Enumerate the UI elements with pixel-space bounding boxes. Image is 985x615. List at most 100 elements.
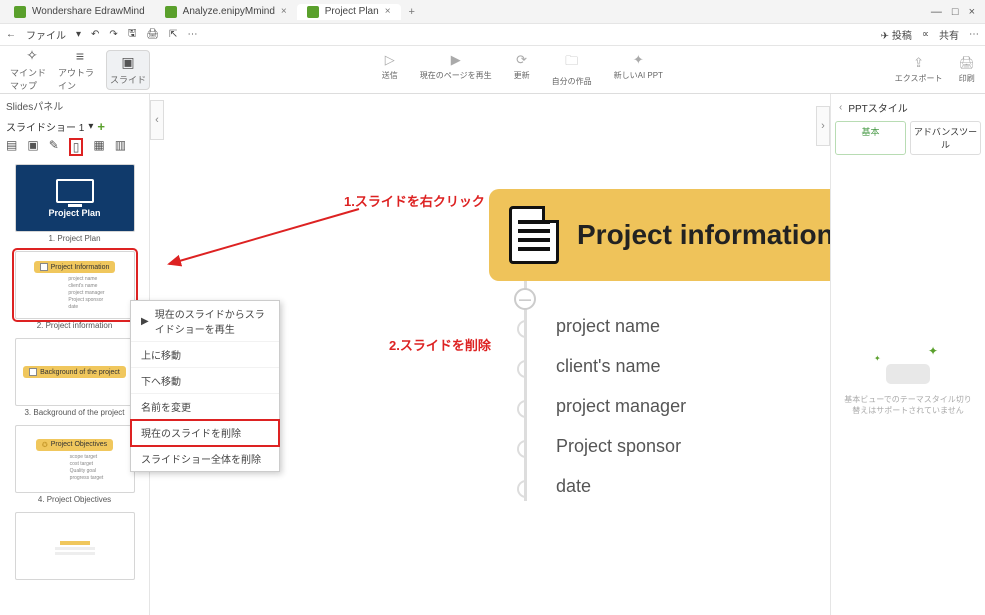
close-icon[interactable]: × bbox=[281, 6, 287, 17]
label: アウトライン bbox=[58, 66, 102, 92]
share-label[interactable]: 共有 bbox=[939, 27, 959, 42]
export-icon[interactable]: ⇱ bbox=[169, 29, 177, 40]
window-controls: — □ × bbox=[931, 6, 981, 18]
menubar: ← ファイル ▾ ↶ ↷ 🖫 🖨 ⇱ ⋯ ✈ 投稿 ∝ 共有 ⋯ bbox=[0, 24, 985, 46]
label: マインドマップ bbox=[10, 66, 54, 92]
slide-thumbnail-3[interactable]: Background of the project 3. Background … bbox=[0, 334, 149, 421]
tool1-icon[interactable]: ▤ bbox=[6, 138, 17, 156]
ctx-move-up[interactable]: 上に移動 bbox=[131, 342, 279, 368]
node-project-name[interactable]: project name bbox=[556, 316, 660, 337]
node-date[interactable]: date bbox=[556, 476, 591, 497]
ctx-rename[interactable]: 名前を変更 bbox=[131, 394, 279, 420]
ai-icon: ✦ bbox=[633, 52, 644, 68]
document-icon bbox=[509, 206, 559, 264]
new-tab-button[interactable]: + bbox=[401, 6, 423, 18]
slide-header-card[interactable]: Project information bbox=[489, 189, 830, 281]
annotation-arrow-1 bbox=[164, 199, 379, 279]
branch-tick bbox=[517, 360, 526, 378]
post-button[interactable]: ✈ 投稿 bbox=[881, 27, 912, 42]
add-slide-button[interactable]: + bbox=[97, 119, 105, 134]
ctx-play-from-current[interactable]: ▶現在のスライドからスライドショーを再生 bbox=[131, 301, 279, 342]
thumb-title: Background of the project bbox=[40, 369, 120, 376]
app-tab-projectplan[interactable]: Project Plan× bbox=[297, 4, 401, 20]
slideshow-selector[interactable]: スライドショー 1 ▾ + bbox=[0, 117, 149, 136]
minimize-button[interactable]: — bbox=[931, 6, 942, 18]
save-button[interactable]: 🖫 bbox=[128, 26, 137, 43]
tab-advanced[interactable]: アドバンスツール bbox=[910, 121, 981, 155]
right-panel-header: ‹PPTスタイル bbox=[835, 98, 981, 117]
thumb-caption: 4. Project Objectives bbox=[8, 495, 141, 504]
view-slide[interactable]: ▣ スライド bbox=[106, 50, 150, 90]
ppt-style-panel: ‹PPTスタイル 基本 アドバンスツール ✦ ✦ 基本ビューでのテーマスタイル切… bbox=[830, 94, 985, 615]
thumb-caption: 3. Background of the project bbox=[8, 408, 141, 417]
file-menu[interactable]: ファイル bbox=[26, 27, 66, 42]
tool-ai-ppt[interactable]: ✦新しいAI PPT bbox=[614, 52, 663, 87]
branch-tick bbox=[517, 320, 526, 338]
more-icon[interactable]: ⋯ bbox=[187, 29, 197, 40]
view-outline[interactable]: ≡ アウトライン bbox=[58, 50, 102, 90]
gear-icon: ✪ bbox=[42, 441, 48, 449]
play-current-icon: ▶ bbox=[451, 52, 461, 68]
slide-thumbnail-1[interactable]: Project Plan 1. Project Plan bbox=[0, 160, 149, 247]
ctx-delete-current[interactable]: 現在のスライドを削除 bbox=[131, 420, 279, 446]
outline-icon: ≡ bbox=[76, 48, 84, 64]
branch-tick bbox=[517, 440, 526, 458]
maximize-button[interactable]: □ bbox=[952, 6, 959, 18]
folder-icon: 🗀 bbox=[565, 52, 578, 74]
tool-export[interactable]: ⇪エクスポート bbox=[895, 55, 943, 84]
doc-icon bbox=[40, 263, 48, 271]
panel-title: Slidesパネル bbox=[0, 94, 149, 117]
app-tab-edrawmind[interactable]: Wondershare EdrawMind bbox=[4, 4, 155, 20]
panel-collapse-button[interactable]: ‹ bbox=[150, 100, 164, 140]
window-tabs: Wondershare EdrawMind Analyze.enipyMmind… bbox=[0, 0, 985, 24]
print-icon: 🖨 bbox=[958, 55, 975, 71]
panel-title: PPTスタイル bbox=[848, 100, 907, 115]
share-button[interactable]: ∝ bbox=[922, 29, 929, 40]
slide-icon: ▣ bbox=[121, 54, 134, 71]
node-project-sponsor[interactable]: Project sponsor bbox=[556, 436, 681, 457]
tool-myworks[interactable]: 🗀自分の作品 bbox=[552, 52, 592, 87]
node-client-name[interactable]: client's name bbox=[556, 356, 660, 377]
node-project-manager[interactable]: project manager bbox=[556, 396, 686, 417]
placeholder-illustration: ✦ ✦ bbox=[878, 350, 938, 384]
tool-play-current[interactable]: ▶現在のページを再生 bbox=[420, 52, 492, 87]
back-button[interactable]: ← bbox=[6, 29, 16, 40]
tool5-icon[interactable]: ▦ bbox=[93, 138, 104, 156]
close-icon[interactable]: × bbox=[385, 6, 391, 17]
toolbar: ✧マインドマップ ≡ アウトライン ▣ スライド ▷送信 ▶現在のページを再生 ⟳更… bbox=[0, 46, 985, 94]
thumb-title: Project Plan bbox=[48, 208, 100, 218]
slides-panel: Slidesパネル スライドショー 1 ▾ + ▤ ▣ ✎ ▯ ▦ ▥ Proj… bbox=[0, 94, 150, 615]
thumb-title: Project Objectives bbox=[51, 441, 107, 448]
slide-thumbnail-4[interactable]: ✪Project Objectives scope targetcost tar… bbox=[0, 421, 149, 508]
thumbnail-list: Project Plan 1. Project Plan Project Inf… bbox=[0, 160, 149, 615]
label: スライド bbox=[110, 73, 146, 86]
slide-tools: ▤ ▣ ✎ ▯ ▦ ▥ bbox=[0, 136, 149, 160]
close-button[interactable]: × bbox=[969, 6, 975, 18]
ctx-move-down[interactable]: 下へ移動 bbox=[131, 368, 279, 394]
help-icon[interactable]: ⋯ bbox=[969, 29, 979, 40]
monitor-icon bbox=[56, 179, 94, 203]
undo-button[interactable]: ↶ bbox=[91, 29, 99, 40]
tool3-icon[interactable]: ✎ bbox=[49, 138, 59, 156]
redo-button[interactable]: ↷ bbox=[109, 29, 117, 40]
right-panel-toggle[interactable]: › bbox=[816, 106, 830, 146]
ctx-delete-all[interactable]: スライドショー全体を削除 bbox=[131, 446, 279, 471]
view-mindmap[interactable]: ✧マインドマップ bbox=[10, 50, 54, 90]
tool-print[interactable]: 🖨印刷 bbox=[958, 55, 975, 84]
collapse-knob[interactable]: — bbox=[514, 288, 536, 310]
app-tab-analyze[interactable]: Analyze.enipyMmind× bbox=[155, 4, 297, 20]
tab-basic[interactable]: 基本 bbox=[835, 121, 906, 155]
tool2-icon[interactable]: ▣ bbox=[27, 138, 38, 156]
doc-icon bbox=[29, 368, 37, 376]
tool-send[interactable]: ▷送信 bbox=[382, 52, 398, 87]
slide-thumbnail-5[interactable] bbox=[0, 508, 149, 584]
print-icon[interactable]: 🖨 bbox=[146, 29, 159, 40]
slide-thumbnail-2[interactable]: Project Information project nameclient's… bbox=[0, 247, 149, 334]
chevron-down-icon[interactable]: ▾ bbox=[76, 29, 81, 40]
chevron-down-icon[interactable]: ▾ bbox=[88, 121, 93, 132]
tool-delete-button[interactable]: ▯ bbox=[69, 138, 84, 156]
tool-refresh[interactable]: ⟳更新 bbox=[514, 52, 530, 87]
branch-tick bbox=[517, 400, 526, 418]
tool6-icon[interactable]: ▥ bbox=[115, 138, 126, 156]
refresh-icon: ⟳ bbox=[516, 52, 527, 68]
